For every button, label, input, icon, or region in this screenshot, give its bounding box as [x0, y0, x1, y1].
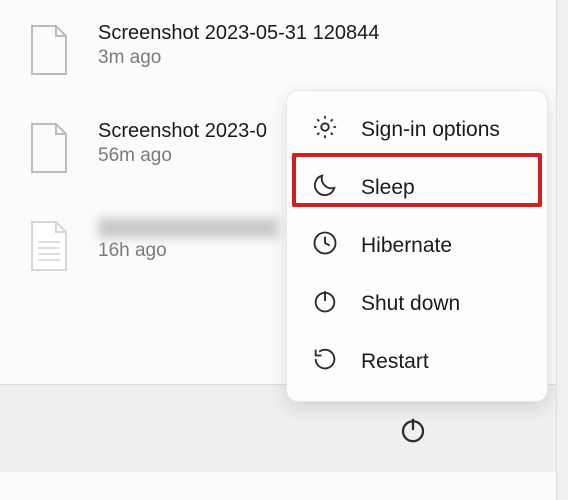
menu-item-label: Sleep — [361, 176, 415, 200]
file-name: Screenshot 2023-0 — [98, 120, 267, 143]
menu-item-sleep[interactable]: Sleep — [293, 159, 541, 217]
file-icon — [28, 122, 70, 174]
file-timestamp: 3m ago — [98, 47, 379, 69]
menu-item-hibernate[interactable]: Hibernate — [293, 217, 541, 275]
text-file-icon — [28, 220, 70, 272]
menu-item-label: Restart — [361, 350, 429, 374]
menu-item-label: Shut down — [361, 292, 460, 316]
menu-item-label: Hibernate — [361, 234, 452, 258]
file-item[interactable]: Screenshot 2023-05-31 120844 3m ago — [28, 22, 540, 76]
file-timestamp: 56m ago — [98, 145, 267, 167]
menu-item-signin-options[interactable]: Sign-in options — [293, 101, 541, 159]
gear-icon — [311, 113, 339, 147]
file-name-redacted — [98, 218, 278, 238]
file-icon — [28, 24, 70, 76]
power-button[interactable] — [398, 415, 428, 450]
scrollbar[interactable] — [556, 0, 568, 500]
moon-icon — [311, 171, 339, 205]
power-icon — [311, 287, 339, 321]
clock-icon — [311, 229, 339, 263]
file-name: Screenshot 2023-05-31 120844 — [98, 22, 379, 45]
menu-item-restart[interactable]: Restart — [293, 333, 541, 391]
file-timestamp: 16h ago — [98, 240, 278, 262]
restart-icon — [311, 345, 339, 379]
menu-item-label: Sign-in options — [361, 118, 500, 142]
menu-item-shutdown[interactable]: Shut down — [293, 275, 541, 333]
power-menu: Sign-in options Sleep Hibernate Shut dow… — [286, 90, 548, 402]
